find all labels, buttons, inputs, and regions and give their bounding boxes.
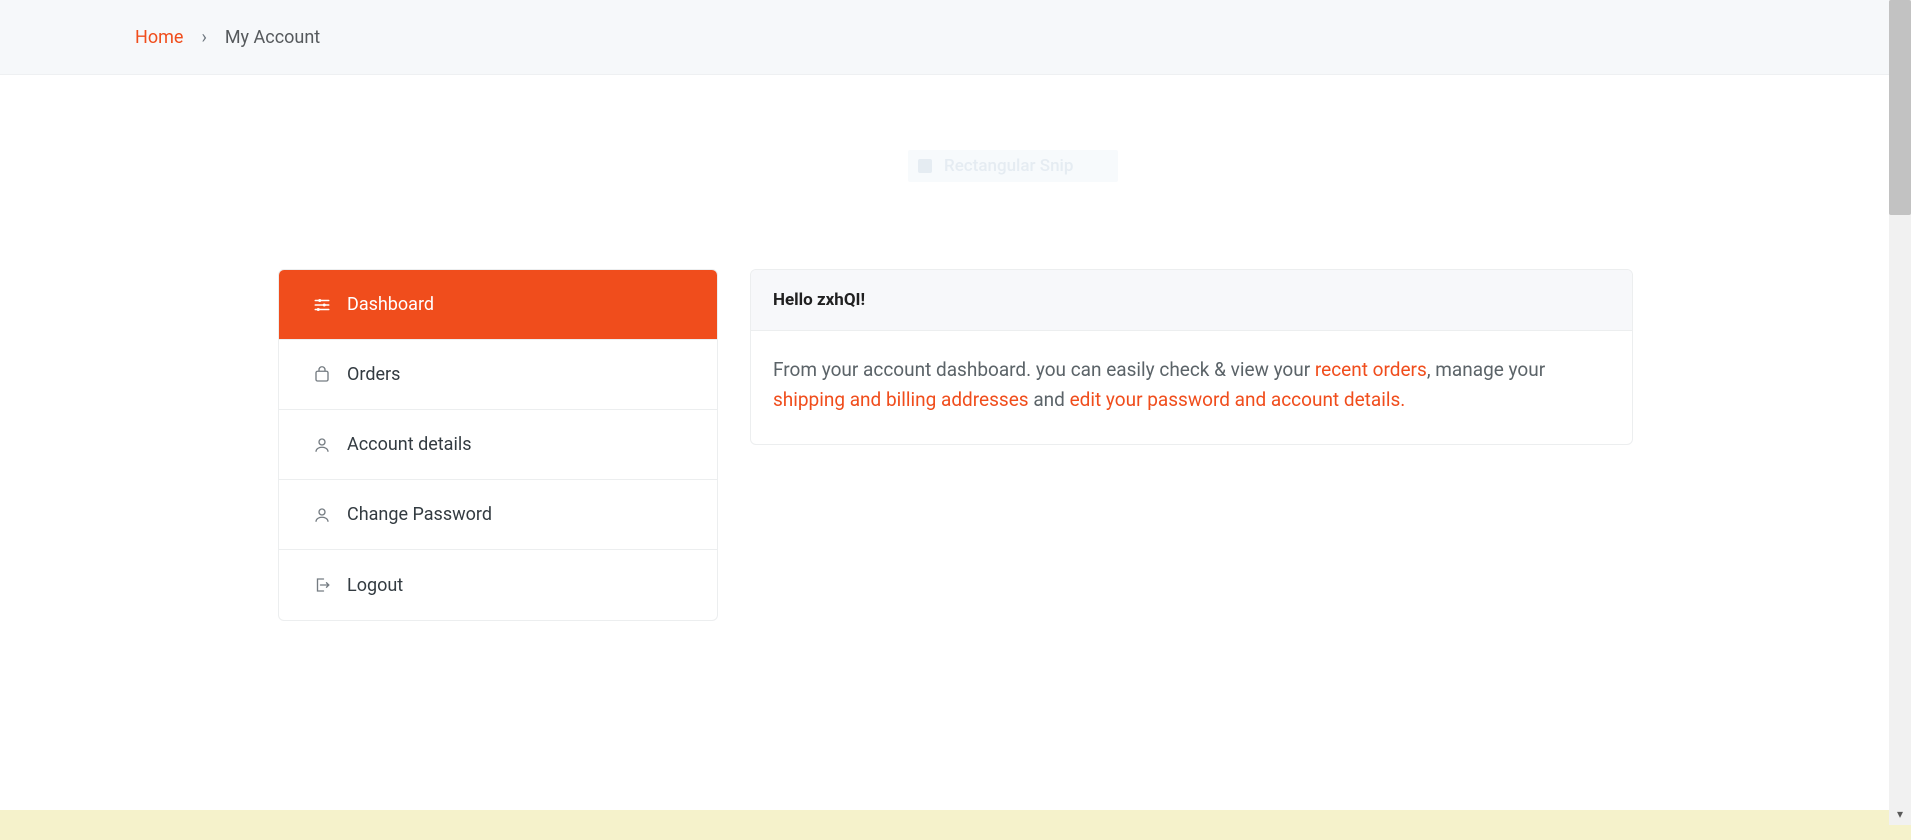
dashboard-panel: Hello zxhQI! From your account dashboard… — [750, 269, 1633, 445]
logout-icon — [311, 576, 333, 594]
sidebar-item-label: Logout — [347, 575, 403, 596]
breadcrumb-separator: › — [201, 27, 206, 48]
link-account-details[interactable]: edit your password and account details. — [1070, 388, 1406, 411]
snip-tool-overlay: Rectangular Snip — [908, 150, 1118, 182]
scrollbar-down-arrow[interactable]: ▾ — [1891, 805, 1909, 823]
sliders-icon — [311, 296, 333, 314]
sidebar-item-label: Change Password — [347, 504, 492, 525]
sidebar-item-account-details[interactable]: Account details — [279, 410, 717, 480]
dashboard-body: From your account dashboard. you can eas… — [751, 331, 1632, 444]
footer-strip — [0, 810, 1911, 840]
breadcrumb-current: My Account — [225, 27, 320, 48]
dashboard-greeting: Hello zxhQI! — [751, 270, 1632, 331]
snip-mode-icon — [918, 159, 932, 173]
sidebar-item-logout[interactable]: Logout — [279, 550, 717, 620]
sidebar-item-change-password[interactable]: Change Password — [279, 480, 717, 550]
account-sidebar: Dashboard Orders Account details — [278, 269, 718, 621]
sidebar-item-label: Orders — [347, 364, 400, 385]
sidebar-item-label: Account details — [347, 434, 472, 455]
breadcrumb-home-link[interactable]: Home — [135, 27, 183, 48]
scrollbar-thumb[interactable] — [1889, 0, 1911, 215]
user-icon — [311, 506, 333, 524]
user-icon — [311, 436, 333, 454]
sidebar-item-dashboard[interactable]: Dashboard — [279, 270, 717, 340]
dashboard-text: , manage your — [1427, 358, 1545, 381]
sidebar-item-orders[interactable]: Orders — [279, 340, 717, 410]
breadcrumb: Home › My Account — [0, 0, 1911, 75]
link-recent-orders[interactable]: recent orders — [1315, 358, 1427, 381]
main-container: Dashboard Orders Account details — [0, 269, 1911, 621]
dashboard-text: and — [1029, 388, 1070, 411]
snip-mode-label: Rectangular Snip — [944, 156, 1073, 176]
link-addresses[interactable]: shipping and billing addresses — [773, 388, 1029, 411]
sidebar-item-label: Dashboard — [347, 294, 434, 315]
dashboard-text: From your account dashboard. you can eas… — [773, 358, 1315, 381]
bag-icon — [311, 366, 333, 384]
